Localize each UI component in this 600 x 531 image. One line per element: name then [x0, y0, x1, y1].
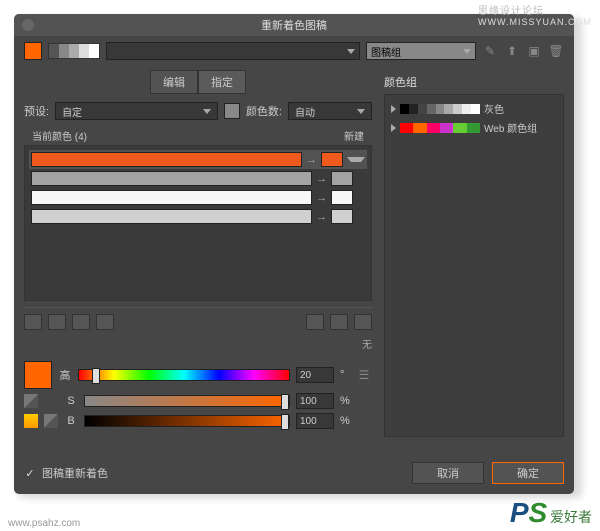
folder-icon[interactable]: ▣: [526, 43, 542, 59]
checkmark-icon: ✓: [24, 467, 36, 479]
hsb-main-swatch[interactable]: [24, 361, 52, 389]
arrow-icon: →: [316, 192, 327, 204]
color-group-item[interactable]: 灰色: [389, 99, 559, 118]
chevron-down-icon[interactable]: [347, 157, 365, 162]
preset-label: 预设:: [24, 103, 49, 119]
right-tools: [306, 314, 372, 330]
cancel-button[interactable]: 取消: [412, 462, 484, 484]
group-name: 灰色: [484, 101, 504, 116]
sat-slider[interactable]: [84, 395, 290, 407]
web-safe-icon[interactable]: [24, 394, 38, 408]
preset-select[interactable]: 自定: [55, 102, 218, 120]
color-row[interactable]: →: [29, 188, 367, 207]
new-swatch[interactable]: [331, 190, 353, 205]
arrow-icon: →: [316, 173, 327, 185]
recolor-artwork-checkbox[interactable]: ✓ 图稿重新着色: [24, 465, 108, 481]
ok-button[interactable]: 确定: [492, 462, 564, 484]
harmony-dropdown[interactable]: [106, 42, 360, 60]
hue-slider[interactable]: [78, 369, 290, 381]
color-row[interactable]: →: [29, 169, 367, 188]
bri-label: B: [64, 415, 78, 427]
tab-assign[interactable]: 指定: [198, 70, 246, 94]
new-swatch[interactable]: [321, 152, 343, 167]
watermark-bottom: www.psahz.com PS 爱好者: [0, 497, 600, 529]
new-label: 新建: [344, 128, 364, 143]
sat-input[interactable]: 100: [296, 393, 334, 409]
web-safe-icon[interactable]: [44, 414, 58, 428]
chevron-down-icon: [357, 109, 365, 114]
chevron-down-icon: [463, 49, 471, 54]
add-icon[interactable]: [357, 191, 365, 204]
warning-icon[interactable]: [24, 414, 38, 428]
tool-icon[interactable]: [72, 314, 90, 330]
percent-label: %: [340, 395, 350, 407]
eyedropper-icon[interactable]: ✎: [482, 43, 498, 59]
chevron-down-icon: [203, 109, 211, 114]
chevron-down-icon: [347, 49, 355, 54]
tab-edit[interactable]: 编辑: [150, 70, 198, 94]
colors-label: 颜色数:: [246, 103, 282, 119]
tool-icon[interactable]: [24, 314, 42, 330]
preset-options-icon[interactable]: [224, 103, 240, 119]
current-colors-label: 当前颜色 (4): [32, 128, 87, 143]
color-mode-icon[interactable]: ☰: [356, 367, 372, 383]
group-name: Web 颜色组: [484, 120, 537, 135]
add-icon[interactable]: [357, 172, 365, 185]
tool-icon[interactable]: [354, 314, 372, 330]
active-color-swatch[interactable]: [24, 42, 42, 60]
add-icon[interactable]: [357, 210, 365, 223]
color-groups-list: 灰色 Web 颜色组: [384, 94, 564, 437]
color-group-item[interactable]: Web 颜色组: [389, 118, 559, 137]
hue-input[interactable]: 20: [296, 367, 334, 383]
dialog: 重新着色图稿 图稿组 ✎ ⬆ ▣ 🗑 编辑 指定 预设: 自定 颜色数: 自动: [14, 14, 574, 494]
tool-icon[interactable]: [330, 314, 348, 330]
grey-preset[interactable]: [48, 43, 100, 59]
trash-icon: 🗑: [548, 43, 564, 59]
color-row[interactable]: →: [29, 207, 367, 226]
new-swatch[interactable]: [331, 171, 353, 186]
tool-icon[interactable]: [48, 314, 66, 330]
expand-icon[interactable]: [391, 124, 396, 132]
sat-label: S: [64, 395, 78, 407]
tool-icon[interactable]: [96, 314, 114, 330]
arrow-icon: →: [316, 211, 327, 223]
tool-icon[interactable]: [306, 314, 324, 330]
bri-slider[interactable]: [84, 415, 290, 427]
colors-select[interactable]: 自动: [288, 102, 372, 120]
arrow-icon: →: [306, 154, 317, 166]
bri-input[interactable]: 100: [296, 413, 334, 429]
percent-label: %: [340, 415, 350, 427]
color-row[interactable]: →: [29, 150, 367, 169]
watermark-top: 思缘设计论坛 WWW.MISSYUAN.COM: [478, 2, 592, 28]
color-table: → → → →: [24, 145, 372, 301]
left-tools: [24, 314, 114, 330]
expand-icon[interactable]: [391, 105, 396, 113]
color-groups-title: 颜色组: [384, 74, 564, 90]
new-swatch[interactable]: [331, 209, 353, 224]
hue-label: 高: [58, 367, 72, 383]
artwork-group-dropdown[interactable]: 图稿组: [366, 42, 476, 60]
none-label: 无: [24, 336, 372, 351]
upload-icon: ⬆: [504, 43, 520, 59]
